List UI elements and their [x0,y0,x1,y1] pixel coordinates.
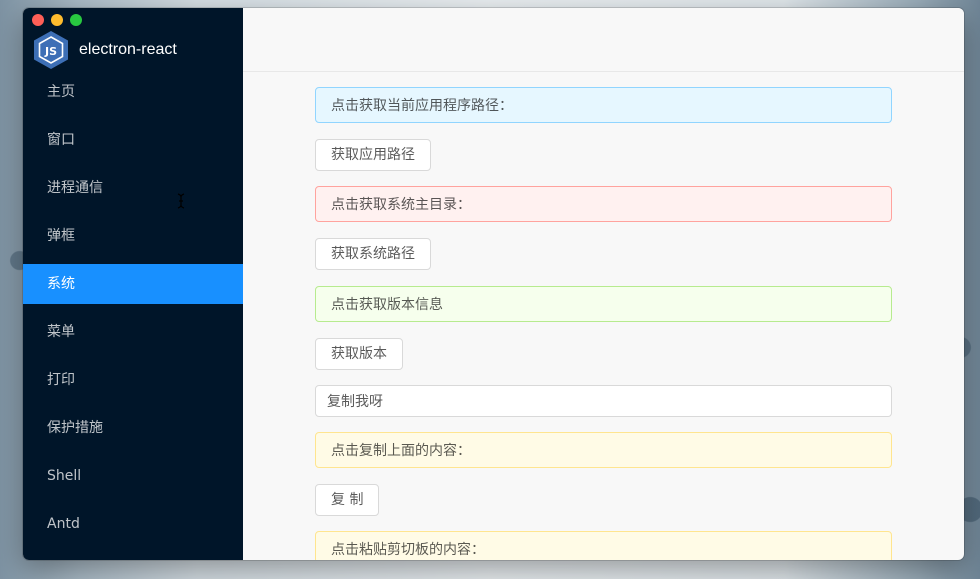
copy-button[interactable]: 复 制 [315,484,380,516]
system-dir-alert: 点击获取系统主目录： [315,186,892,222]
sidebar-item-dialog[interactable]: 弹框 [23,216,243,256]
header-bar [243,8,964,72]
app-logo: JS electron-react [31,30,177,70]
text-cursor-icon [177,193,185,209]
sidebar: JS electron-react 主页 窗口 进程通信 弹框 系统 菜单 打印… [23,8,243,560]
app-window: JS electron-react 主页 窗口 进程通信 弹框 系统 菜单 打印… [23,8,964,560]
sidebar-item-window[interactable]: 窗口 [23,120,243,160]
close-window-button[interactable] [32,14,44,26]
svg-text:JS: JS [44,45,57,58]
sidebar-item-print[interactable]: 打印 [23,360,243,400]
nodejs-hex-icon: JS [34,31,68,69]
sidebar-item-home[interactable]: 主页 [23,72,243,112]
copy-alert: 点击复制上面的内容： [315,432,892,468]
sidebar-item-menu[interactable]: 菜单 [23,312,243,352]
app-title: electron-react [79,41,177,58]
copy-text-input[interactable] [315,385,892,417]
get-system-path-button[interactable]: 获取系统路径 [315,238,431,270]
sidebar-menu: 主页 窗口 进程通信 弹框 系统 菜单 打印 保护措施 Shell Antd [23,72,243,552]
sidebar-item-ipc[interactable]: 进程通信 [23,168,243,208]
sidebar-item-antd[interactable]: Antd [23,504,243,544]
app-path-alert: 点击获取当前应用程序路径： [315,87,892,123]
content-area: 点击获取当前应用程序路径： 获取应用路径 点击获取系统主目录： 获取系统路径 点… [243,8,964,560]
paste-alert: 点击粘贴剪切板的内容： [315,531,892,560]
sidebar-item-protection[interactable]: 保护措施 [23,408,243,448]
version-alert: 点击获取版本信息 [315,286,892,322]
sidebar-item-shell[interactable]: Shell [23,456,243,496]
system-panel: 点击获取当前应用程序路径： 获取应用路径 点击获取系统主目录： 获取系统路径 点… [315,87,892,560]
minimize-window-button[interactable] [51,14,63,26]
maximize-window-button[interactable] [70,14,82,26]
get-version-button[interactable]: 获取版本 [315,338,403,370]
window-controls [32,14,82,26]
sidebar-item-system[interactable]: 系统 [23,264,243,304]
get-app-path-button[interactable]: 获取应用路径 [315,139,431,171]
